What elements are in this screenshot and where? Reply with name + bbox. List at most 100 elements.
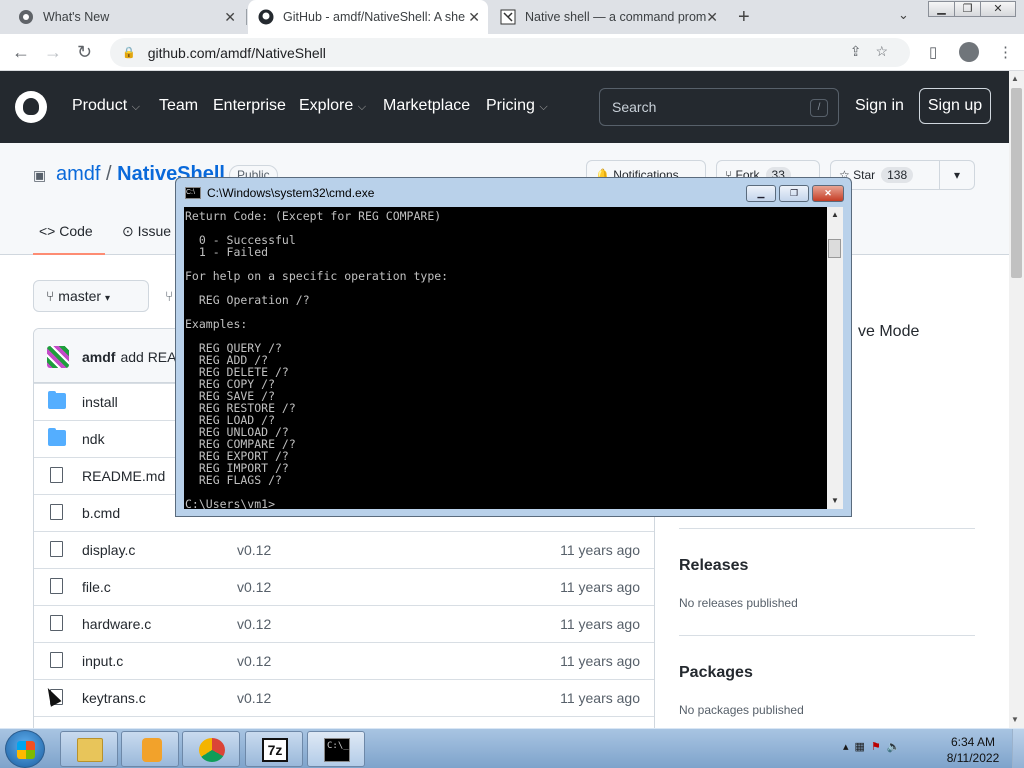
system-tray[interactable]: ▴▦⚑🔈 — [843, 740, 907, 753]
divider — [679, 635, 975, 636]
commit-author[interactable]: amdf — [82, 349, 115, 365]
table-row[interactable]: display.c v0.12 11 years ago — [34, 531, 654, 568]
folder-icon — [48, 391, 66, 409]
file-name[interactable]: keytrans.c — [82, 690, 146, 706]
scroll-down-arrow-icon[interactable]: ▼ — [831, 496, 839, 505]
nav-product[interactable]: Product ⌵ — [72, 97, 140, 115]
scroll-up-arrow-icon[interactable]: ▲ — [831, 210, 839, 219]
taskbar-7zip[interactable]: 7z — [245, 731, 303, 767]
address-bar-row: ← → ↻ 🔒 github.com/amdf/NativeShell ⇪☆ ▯… — [0, 34, 1024, 71]
sign-up-button[interactable]: Sign up — [919, 88, 991, 124]
share-icon[interactable]: ⇪ — [850, 43, 876, 59]
commit-link[interactable]: v0.12 — [237, 579, 271, 595]
bookmark-star-icon[interactable]: ☆ — [875, 43, 902, 59]
tab-code[interactable]: <> Code — [33, 221, 105, 255]
file-name[interactable]: README.md — [82, 468, 165, 484]
file-name[interactable]: ndk — [82, 431, 105, 447]
tab-search-icon[interactable]: ⌄ — [898, 7, 909, 23]
sign-in-link[interactable]: Sign in — [855, 97, 904, 115]
profile-avatar-icon[interactable] — [959, 42, 979, 62]
omnibox[interactable]: 🔒 github.com/amdf/NativeShell ⇪☆ — [110, 38, 910, 67]
nav-team[interactable]: Team — [159, 97, 198, 115]
nav-explore[interactable]: Explore ⌵ — [299, 97, 366, 115]
start-button[interactable] — [5, 730, 45, 768]
new-tab-icon[interactable]: + — [738, 6, 750, 29]
cmd-title: C:\Windows\system32\cmd.exe — [207, 186, 375, 200]
file-name[interactable]: b.cmd — [82, 505, 120, 521]
taskbar-chrome[interactable] — [182, 731, 240, 767]
commit-link[interactable]: v0.12 — [237, 616, 271, 632]
github-search-input[interactable]: Search / — [599, 88, 839, 126]
tab-issues[interactable]: ⊙ Issue — [122, 223, 171, 240]
caret-down-icon: ▾ — [953, 168, 961, 182]
taskbar-explorer[interactable] — [60, 731, 118, 767]
close-tab-icon[interactable]: ✕ — [706, 9, 718, 26]
commit-link[interactable]: v0.12 — [237, 542, 271, 558]
menu-icon[interactable]: ⋮ — [998, 43, 1013, 61]
clock-time: 6:34 AM — [950, 735, 996, 749]
tab-title: Native shell — a command prom — [525, 10, 707, 24]
cmd-maximize-button[interactable]: ❐ — [779, 185, 809, 202]
network-icon: ▦ — [854, 741, 871, 753]
browser-tab-strip: What's New ✕ GitHub - amdf/NativeShell: … — [0, 0, 1024, 34]
show-desktop-button[interactable] — [1012, 729, 1024, 768]
github-header: Product ⌵ Team Enterprise Explore ⌵ Mark… — [0, 71, 1009, 143]
chrome-icon — [18, 9, 34, 25]
close-tab-icon[interactable]: ✕ — [468, 9, 480, 26]
cmd-titlebar[interactable]: C:\ C:\Windows\system32\cmd.exe — [185, 186, 374, 200]
table-row[interactable]: keytrans.c v0.12 11 years ago — [34, 679, 654, 716]
side-panel-icon[interactable]: ▯ — [929, 43, 937, 61]
nav-pricing[interactable]: Pricing ⌵ — [486, 97, 548, 115]
tab-separator — [246, 9, 247, 25]
commit-link[interactable]: v0.12 — [237, 653, 271, 669]
folder-icon — [77, 738, 103, 762]
file-name[interactable]: display.c — [82, 542, 135, 558]
nav-enterprise[interactable]: Enterprise — [213, 97, 286, 115]
reload-icon[interactable]: ↻ — [77, 42, 92, 63]
console-scrollbar-thumb[interactable] — [828, 239, 841, 258]
file-icon — [50, 652, 63, 668]
file-name[interactable]: install — [82, 394, 118, 410]
file-name[interactable]: input.c — [82, 653, 123, 669]
tab-whats-new[interactable]: What's New ✕ — [8, 0, 244, 34]
minimize-button[interactable]: ▁ — [928, 1, 955, 17]
branch-selector[interactable]: ⑂ master ▾ — [33, 280, 149, 312]
clock[interactable]: 6:34 AM 8/11/2022 — [940, 734, 1006, 766]
file-name[interactable]: file.c — [82, 579, 111, 595]
github-logo-icon[interactable] — [15, 91, 47, 123]
table-row[interactable]: input.c v0.12 11 years ago — [34, 642, 654, 679]
tab-native-shell[interactable]: Native shell — a command prom ✕ — [490, 0, 726, 34]
nav-marketplace[interactable]: Marketplace — [383, 97, 470, 115]
cmd-close-button[interactable]: ✕ — [812, 185, 844, 202]
close-tab-icon[interactable]: ✕ — [224, 9, 236, 26]
cmd-minimize-button[interactable]: ▁ — [746, 185, 776, 202]
table-row[interactable]: hardware.c v0.12 11 years ago — [34, 605, 654, 642]
github-icon — [258, 9, 274, 25]
cmd-window[interactable]: C:\ C:\Windows\system32\cmd.exe ▁ ❐ ✕ Re… — [175, 177, 852, 517]
screen: What's New ✕ GitHub - amdf/NativeShell: … — [0, 0, 1024, 768]
page-scrollbar-thumb[interactable] — [1011, 88, 1022, 278]
scroll-up-arrow-icon[interactable]: ▲ — [1011, 74, 1019, 83]
taskbar-media-player[interactable] — [121, 731, 179, 767]
scroll-down-arrow-icon[interactable]: ▼ — [1011, 715, 1019, 724]
forward-icon[interactable]: → — [44, 42, 62, 63]
back-icon[interactable]: ← — [12, 42, 30, 63]
file-name[interactable]: hardware.c — [82, 616, 151, 632]
owner-link[interactable]: amdf — [56, 163, 100, 185]
tab-github[interactable]: GitHub - amdf/NativeShell: A she ✕ — [248, 0, 488, 34]
maximize-button[interactable]: ❐ — [954, 1, 981, 17]
commit-age: 11 years ago — [560, 690, 640, 706]
releases-heading[interactable]: Releases — [679, 557, 748, 575]
taskbar-cmd[interactable]: C:\_ — [307, 731, 365, 767]
lock-icon: 🔒 — [122, 47, 136, 59]
issue-icon: ⊙ — [122, 223, 134, 239]
packages-heading[interactable]: Packages — [679, 664, 753, 682]
commit-link[interactable]: v0.12 — [237, 690, 271, 706]
console-output[interactable]: Return Code: (Except for REG COMPARE) 0 … — [184, 207, 827, 509]
close-window-button[interactable]: ✕ — [980, 1, 1016, 17]
author-avatar[interactable] — [47, 346, 69, 368]
cmd-icon: C:\ — [185, 187, 201, 199]
branches-link[interactable]: ⑂ — [165, 288, 173, 304]
star-dropdown-button[interactable]: ▾ — [939, 160, 975, 190]
table-row[interactable]: file.c v0.12 11 years ago — [34, 568, 654, 605]
